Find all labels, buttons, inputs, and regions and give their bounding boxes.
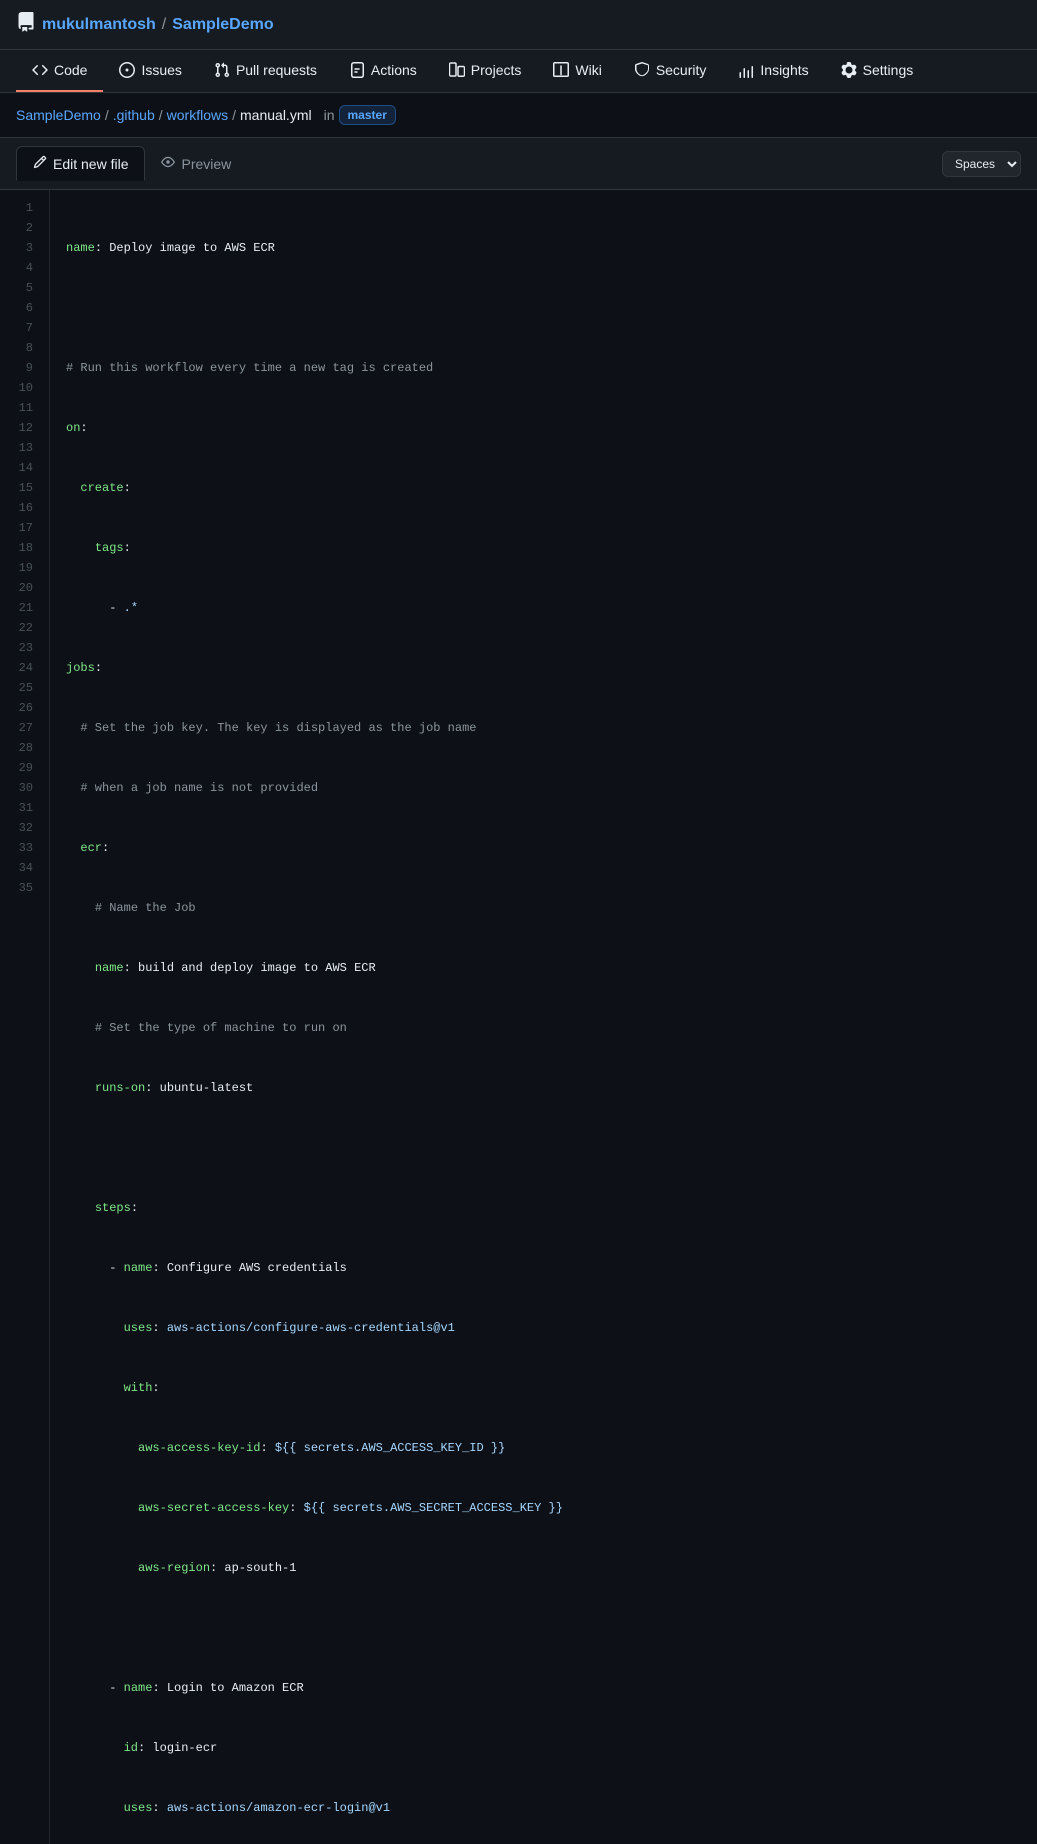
code-editor: 1 2 3 4 5 6 7 8 9 10 11 12 13 14 15 16 1…	[0, 190, 1037, 1844]
preview-tab[interactable]: Preview	[145, 146, 247, 181]
code-line-10: # when a job name is not provided	[66, 778, 1021, 798]
edit-tab-label: Edit new file	[53, 156, 128, 172]
spaces-selector[interactable]: Spaces Tabs	[942, 151, 1021, 177]
breadcrumb-file: manual.yml	[240, 107, 312, 123]
tab-security[interactable]: Security	[618, 50, 723, 92]
tab-issues[interactable]: Issues	[103, 50, 197, 92]
breadcrumb: SampleDemo / .github / workflows / manua…	[0, 93, 1037, 138]
code-line-23: aws-region: ap-south-1	[66, 1558, 1021, 1578]
tab-code-label: Code	[54, 62, 87, 78]
spaces-select[interactable]: Spaces Tabs	[942, 151, 1021, 177]
tab-wiki[interactable]: Wiki	[537, 50, 617, 92]
code-line-9: # Set the job key. The key is displayed …	[66, 718, 1021, 738]
code-line-3: # Run this workflow every time a new tag…	[66, 358, 1021, 378]
code-line-15: runs-on: ubuntu-latest	[66, 1078, 1021, 1098]
breadcrumb-github[interactable]: .github	[113, 107, 155, 123]
tab-projects[interactable]: Projects	[433, 50, 538, 92]
branch-name: master	[339, 105, 396, 125]
preview-icon	[161, 155, 175, 172]
edit-tab[interactable]: Edit new file	[16, 146, 145, 181]
code-line-22: aws-secret-access-key: ${{ secrets.AWS_S…	[66, 1498, 1021, 1518]
repo-name: SampleDemo	[172, 16, 273, 34]
settings-icon	[841, 62, 857, 78]
tab-settings-label: Settings	[863, 62, 914, 78]
code-line-16	[66, 1138, 1021, 1158]
pr-icon	[214, 62, 230, 78]
code-line-8: jobs:	[66, 658, 1021, 678]
code-line-21: aws-access-key-id: ${{ secrets.AWS_ACCES…	[66, 1438, 1021, 1458]
tab-insights-label: Insights	[760, 62, 808, 78]
code-line-13: name: build and deploy image to AWS ECR	[66, 958, 1021, 978]
breadcrumb-repo[interactable]: SampleDemo	[16, 107, 101, 123]
code-icon	[32, 62, 48, 78]
tab-code[interactable]: Code	[16, 50, 103, 92]
code-line-4: on:	[66, 418, 1021, 438]
repo-link[interactable]: mukulmantosh / SampleDemo	[16, 12, 274, 37]
code-line-27: uses: aws-actions/amazon-ecr-login@v1	[66, 1798, 1021, 1818]
tab-wiki-label: Wiki	[575, 62, 601, 78]
edit-icon	[33, 155, 47, 172]
tab-settings[interactable]: Settings	[825, 50, 930, 92]
code-line-26: id: login-ecr	[66, 1738, 1021, 1758]
code-content[interactable]: name: Deploy image to AWS ECR # Run this…	[50, 190, 1037, 1844]
repo-owner: mukulmantosh	[42, 16, 156, 34]
code-line-25: - name: Login to Amazon ECR	[66, 1678, 1021, 1698]
code-line-12: # Name the Job	[66, 898, 1021, 918]
code-line-1: name: Deploy image to AWS ECR	[66, 238, 1021, 258]
code-line-20: with:	[66, 1378, 1021, 1398]
tab-security-label: Security	[656, 62, 707, 78]
branch-in-label: in	[324, 107, 335, 123]
tab-actions-label: Actions	[371, 62, 417, 78]
breadcrumb-workflows[interactable]: workflows	[167, 107, 228, 123]
tab-projects-label: Projects	[471, 62, 522, 78]
code-line-11: ecr:	[66, 838, 1021, 858]
nav-tabs: Code Issues Pull requests Actions	[0, 50, 1037, 93]
code-line-7: - .*	[66, 598, 1021, 618]
tab-insights[interactable]: Insights	[722, 50, 824, 92]
wiki-icon	[553, 62, 569, 78]
security-icon	[634, 62, 650, 78]
preview-tab-label: Preview	[181, 156, 231, 172]
actions-icon	[349, 62, 365, 78]
branch-badge: in master	[324, 105, 396, 125]
code-line-6: tags:	[66, 538, 1021, 558]
code-line-24	[66, 1618, 1021, 1638]
code-line-18: - name: Configure AWS credentials	[66, 1258, 1021, 1278]
tab-pr-label: Pull requests	[236, 62, 317, 78]
repo-icon	[16, 12, 36, 37]
editor-toolbar: Edit new file Preview Spaces Tabs	[0, 138, 1037, 190]
code-line-19: uses: aws-actions/configure-aws-credenti…	[66, 1318, 1021, 1338]
code-line-2	[66, 298, 1021, 318]
tab-issues-label: Issues	[141, 62, 181, 78]
insights-icon	[738, 62, 754, 78]
editor-tabs: Edit new file Preview	[16, 146, 247, 181]
top-bar: mukulmantosh / SampleDemo	[0, 0, 1037, 50]
tab-pull-requests[interactable]: Pull requests	[198, 50, 333, 92]
code-line-14: # Set the type of machine to run on	[66, 1018, 1021, 1038]
line-numbers: 1 2 3 4 5 6 7 8 9 10 11 12 13 14 15 16 1…	[0, 190, 50, 1844]
projects-icon	[449, 62, 465, 78]
repo-separator: /	[162, 16, 166, 34]
code-line-17: steps:	[66, 1198, 1021, 1218]
code-line-5: create:	[66, 478, 1021, 498]
issues-icon	[119, 62, 135, 78]
tab-actions[interactable]: Actions	[333, 50, 433, 92]
